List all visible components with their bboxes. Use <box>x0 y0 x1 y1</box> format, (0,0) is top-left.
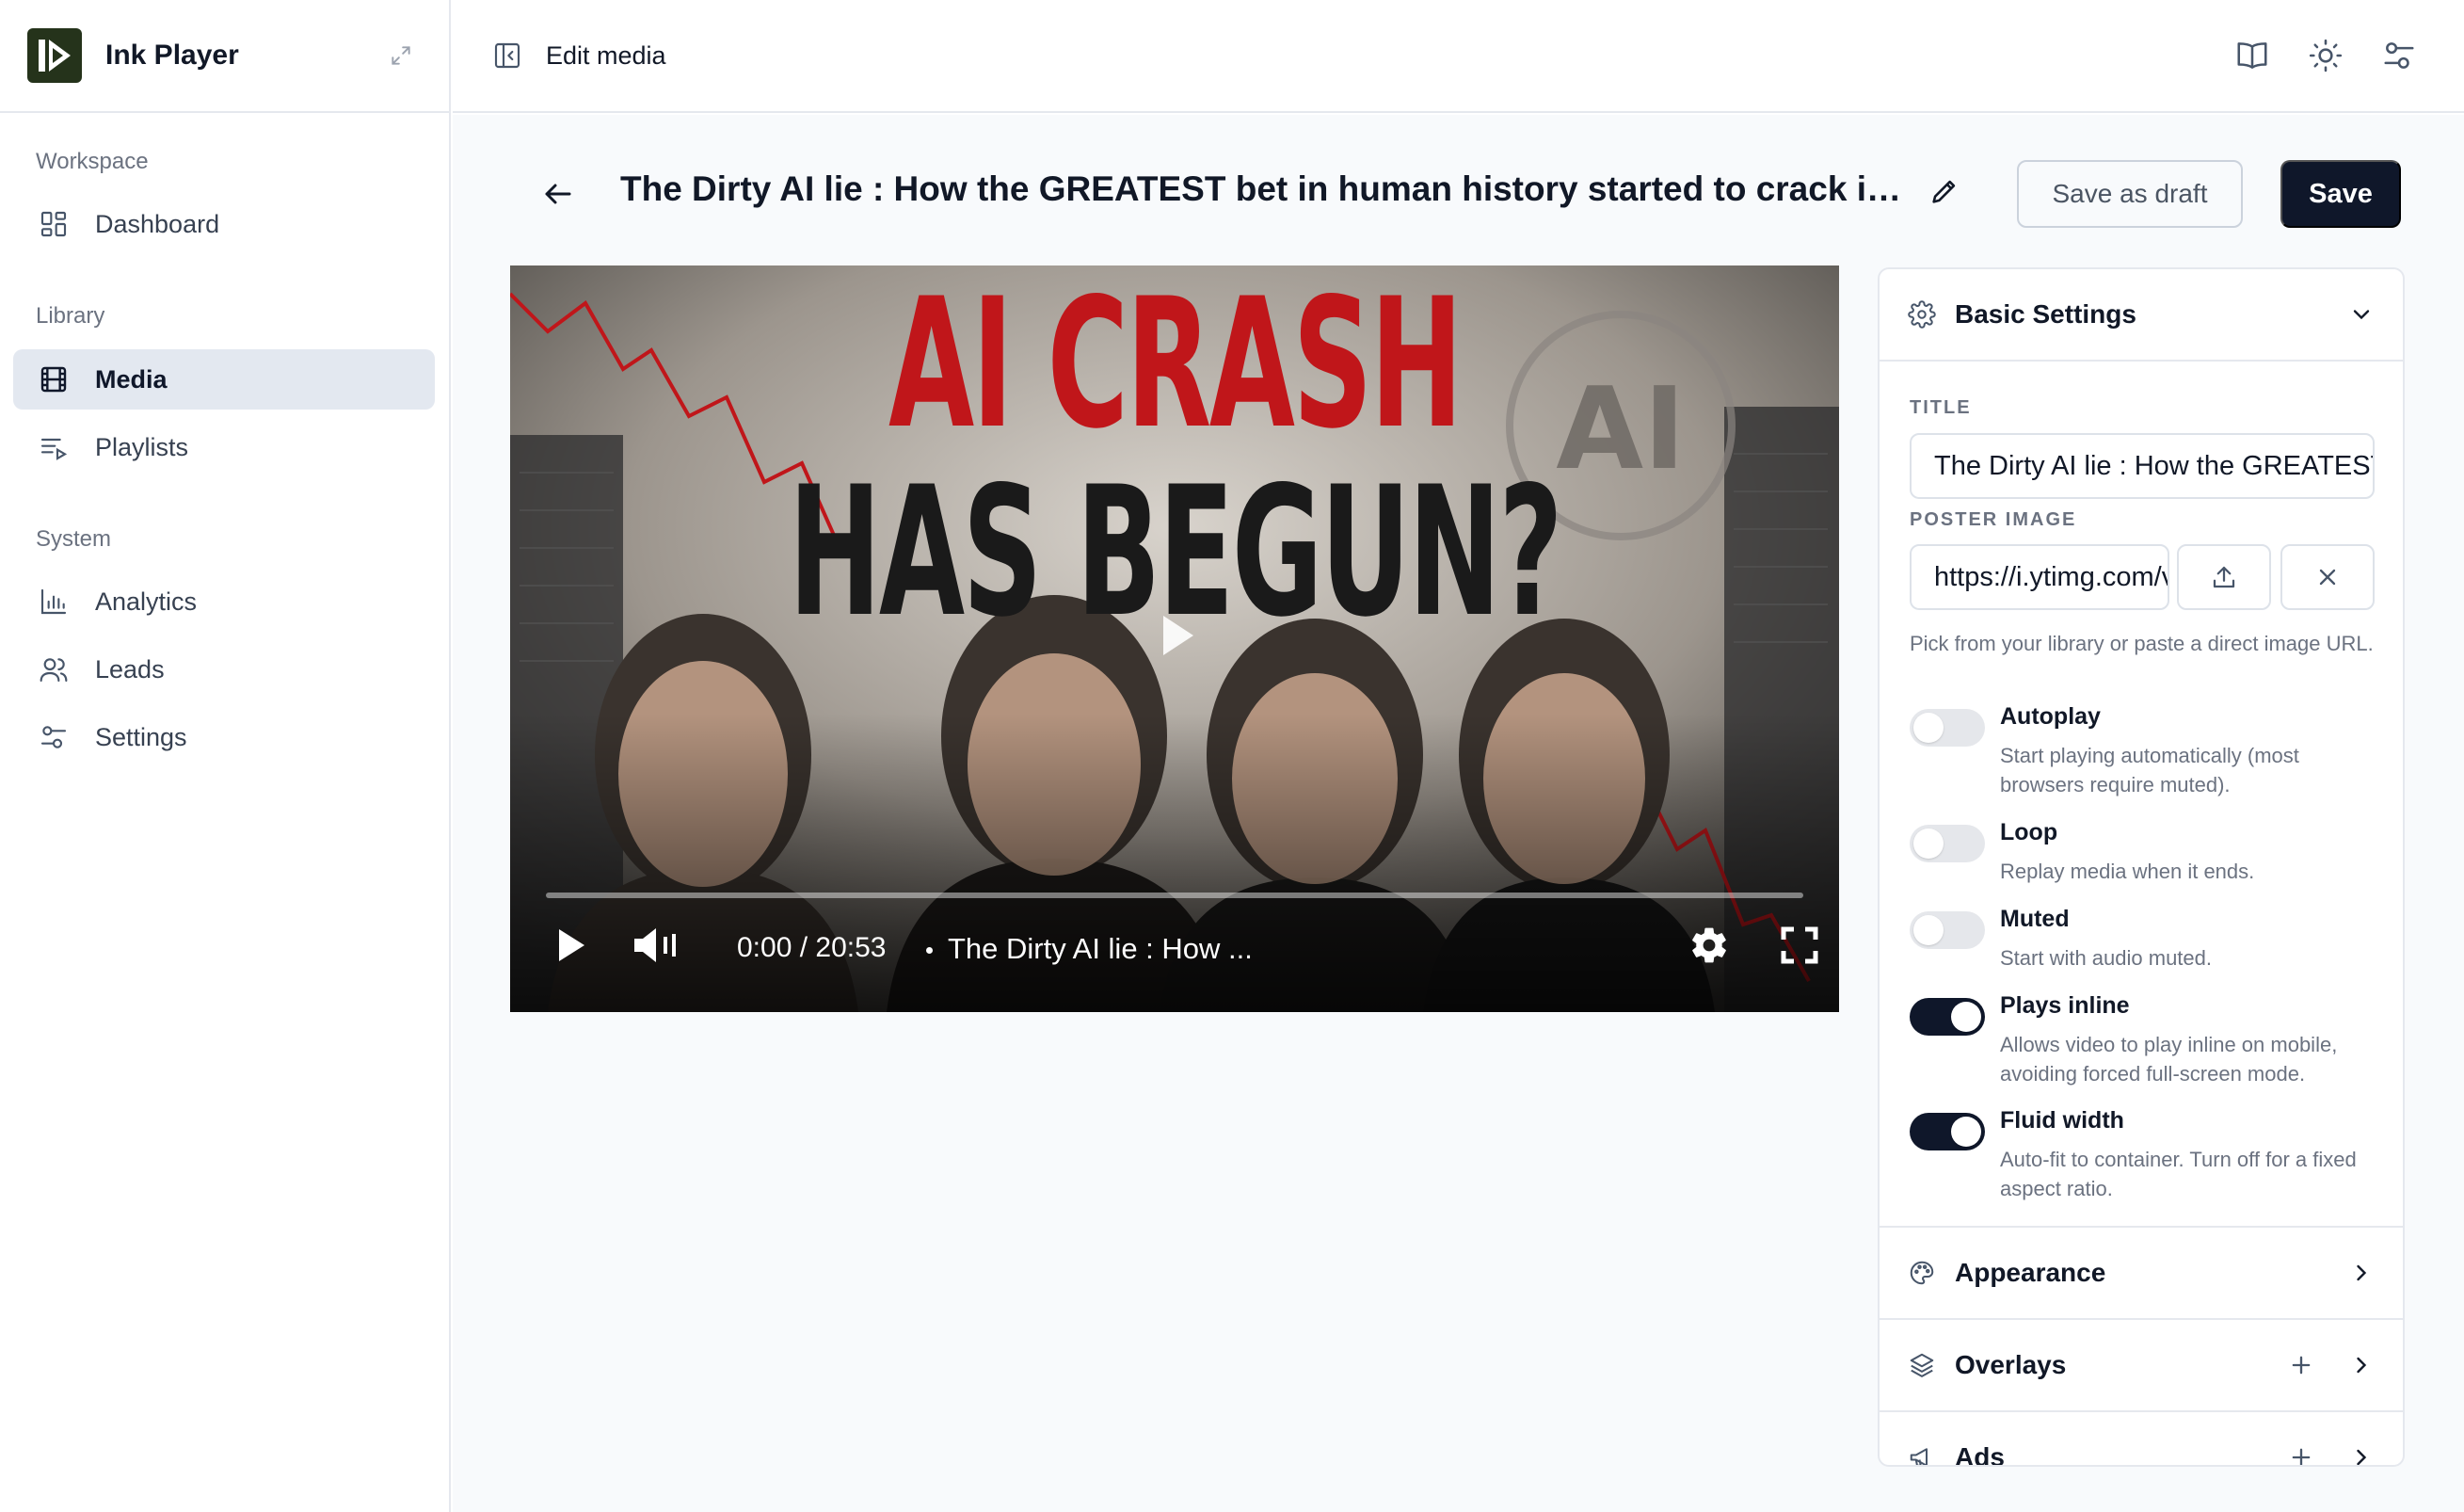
toggle-title: Autoplay <box>2000 703 2101 730</box>
toggle-desc: Replay media when it ends. <box>2000 860 2255 883</box>
sidebar-item-settings[interactable]: Settings <box>13 707 435 767</box>
muted-toggle[interactable] <box>1910 911 1985 949</box>
sidebar-item-analytics[interactable]: Analytics <box>13 571 435 632</box>
toggle-desc: Auto-fit to container. Turn off for a fi… <box>2000 1148 2357 1200</box>
sidebar-item-playlists[interactable]: Playlists <box>13 417 435 477</box>
toggle-title: Loop <box>2000 819 2058 845</box>
gear-outline-icon <box>1908 300 1936 329</box>
sidebar-item-label: Analytics <box>95 587 198 616</box>
basic-settings-header[interactable]: Basic Settings <box>1880 269 2403 360</box>
sidebar-item-label: Dashboard <box>95 209 220 238</box>
autoplay-toggle[interactable] <box>1910 709 1985 747</box>
chevron-down-icon <box>2348 301 2375 328</box>
settings-panel: Basic Settings TITLE The Dirty AI lie : … <box>1878 267 2405 1467</box>
dashboard-icon <box>39 209 69 239</box>
play-icon[interactable] <box>555 926 587 964</box>
upload-button[interactable] <box>2177 544 2271 610</box>
section-label: Ads <box>1955 1442 2005 1467</box>
sidebar-item-label: Playlists <box>95 432 189 461</box>
plus-icon[interactable] <box>2288 1352 2314 1378</box>
section-label: Basic Settings <box>1955 299 2136 329</box>
toggle-title: Plays inline <box>2000 992 2130 1019</box>
ads-header[interactable]: Ads <box>1880 1412 2403 1467</box>
main-content: The Dirty AI lie : How the GREATEST bet … <box>453 115 2464 1512</box>
time-display: 0:00 / 20:53 <box>737 932 887 963</box>
nav-section-workspace: Workspace <box>36 149 149 174</box>
section-label: Overlays <box>1955 1350 2067 1379</box>
upload-icon <box>2210 563 2238 591</box>
save-button[interactable]: Save <box>2280 160 2401 228</box>
title-field-label: TITLE <box>1910 397 1972 418</box>
center-play-icon[interactable] <box>1160 612 1197 659</box>
clear-poster-button[interactable] <box>2280 544 2375 610</box>
title-separator <box>926 947 933 954</box>
chevron-right-icon <box>2348 1444 2375 1465</box>
sidebar-item-dashboard[interactable]: Dashboard <box>13 194 435 254</box>
sidebar-item-label: Leads <box>95 654 165 684</box>
film-icon <box>39 364 69 394</box>
sidebar-toggle-icon[interactable] <box>492 40 522 71</box>
nav-section-system: System <box>36 526 112 552</box>
divider <box>1880 360 2403 362</box>
section-label: Appearance <box>1955 1258 2106 1287</box>
fluid-width-toggle[interactable] <box>1910 1113 1985 1150</box>
sliders-icon[interactable] <box>2381 38 2417 73</box>
pencil-icon[interactable] <box>1928 175 1960 207</box>
page-title: Edit media <box>546 40 666 70</box>
fullscreen-icon[interactable] <box>1781 926 1818 964</box>
overlays-header[interactable]: Overlays <box>1880 1320 2403 1410</box>
nav-section-library: Library <box>36 303 105 329</box>
toggle-desc: Allows video to play inline on mobile, a… <box>2000 1033 2338 1086</box>
toggle-title: Muted <box>2000 906 2070 932</box>
megaphone-icon <box>1908 1443 1936 1465</box>
toggle-title: Fluid width <box>2000 1107 2124 1134</box>
settings-sliders-icon <box>39 722 69 752</box>
progress-bar[interactable] <box>546 893 1803 898</box>
app-logo <box>27 28 82 83</box>
chevron-right-icon <box>2348 1260 2375 1286</box>
header-actions <box>2234 38 2417 73</box>
sidebar-item-label: Media <box>95 364 168 394</box>
brand-header: Ink Player <box>0 0 449 113</box>
sidebar-item-label: Settings <box>95 722 187 751</box>
back-arrow-icon[interactable] <box>541 177 575 211</box>
gear-icon[interactable] <box>1688 925 1730 966</box>
thumbnail-headline-1: AI CRASH <box>888 265 1463 468</box>
close-icon <box>2314 564 2341 590</box>
chevron-right-icon <box>2348 1352 2375 1378</box>
plus-icon[interactable] <box>2288 1444 2314 1465</box>
toggle-desc: Start with audio muted. <box>2000 946 2213 970</box>
loop-toggle[interactable] <box>1910 825 1985 862</box>
playlist-icon <box>39 432 69 462</box>
appearance-header[interactable]: Appearance <box>1880 1228 2403 1318</box>
app-name: Ink Player <box>105 40 239 71</box>
book-icon[interactable] <box>2234 38 2270 73</box>
palette-icon <box>1908 1259 1936 1287</box>
toggle-desc: Start playing automatically (most browse… <box>2000 744 2299 796</box>
video-player[interactable]: AI AI CRASH HAS BEGUN? <box>510 265 1839 1012</box>
sun-icon[interactable] <box>2308 38 2344 73</box>
layers-icon <box>1908 1351 1936 1379</box>
volume-muted-icon[interactable] <box>632 926 680 964</box>
top-bar: Edit media <box>453 0 2464 113</box>
poster-hint: Pick from your library or paste a direct… <box>1910 632 2374 655</box>
poster-url-input[interactable]: https://i.ytimg.com/vi/maxresdefault.jpg <box>1910 544 2169 610</box>
player-video-title: The Dirty AI lie : How ... <box>948 932 1253 965</box>
expand-icon[interactable] <box>389 43 413 68</box>
sidebar-item-leads[interactable]: Leads <box>13 639 435 700</box>
title-input[interactable]: The Dirty AI lie : How the GREATEST bet … <box>1910 433 2375 499</box>
save-as-draft-button[interactable]: Save as draft <box>2017 160 2243 228</box>
sidebar: Ink Player Workspace Dashboard Library M… <box>0 0 451 1512</box>
sidebar-item-media[interactable]: Media <box>13 349 435 410</box>
media-title: The Dirty AI lie : How the GREATEST bet … <box>620 169 1910 208</box>
users-icon <box>39 654 69 684</box>
bar-chart-icon <box>39 587 69 617</box>
plays-inline-toggle[interactable] <box>1910 998 1985 1036</box>
poster-field-label: POSTER IMAGE <box>1910 509 2077 530</box>
